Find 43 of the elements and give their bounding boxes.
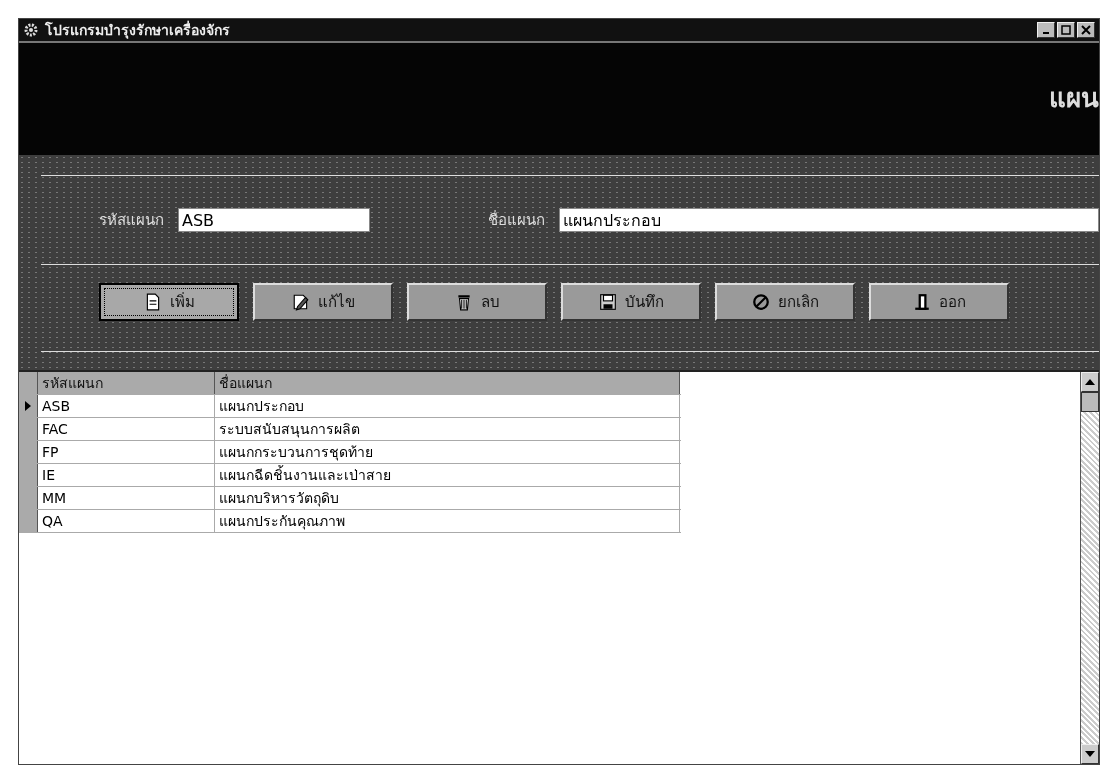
- table-cell: แผนกฉีดชิ้นงานและเป่าสาย: [215, 464, 680, 486]
- close-button[interactable]: [1077, 22, 1095, 38]
- window-title: โปรแกรมบำรุงรักษาเครื่องจักร: [45, 19, 231, 41]
- table-cell: ระบบสนับสนุนการผลิต: [215, 418, 680, 440]
- prohibited-icon: [751, 293, 770, 311]
- toolbar-button[interactable]: บันทึก: [561, 283, 701, 321]
- maximize-button[interactable]: [1057, 22, 1075, 38]
- scroll-thumb[interactable]: [1081, 392, 1099, 412]
- column-header[interactable]: ชื่อแผนก: [215, 372, 680, 394]
- toolbar-button[interactable]: เพิ่ม: [99, 283, 239, 321]
- table-cell: แผนกประกันคุณภาพ: [215, 510, 680, 532]
- gear-icon: [23, 22, 39, 38]
- minimize-icon: [1043, 32, 1049, 34]
- scroll-up-button[interactable]: [1081, 372, 1099, 392]
- up-arrow-icon: [1085, 379, 1095, 385]
- table-cell: แผนกประกอบ: [215, 395, 680, 417]
- table-cell: แผนกกระบวนการชุดท้าย: [215, 441, 680, 463]
- scroll-down-button[interactable]: [1081, 744, 1099, 764]
- table-cell: QA: [38, 510, 215, 532]
- row-pointer-icon: [24, 400, 32, 412]
- header-title: แผน: [1049, 81, 1099, 115]
- table-cell: IE: [38, 464, 215, 486]
- column-header[interactable]: รหัสแผนก: [38, 372, 215, 394]
- table-cell: แผนกบริหารวัตถุดิบ: [215, 487, 680, 509]
- field-label: รหัสแผนก: [99, 210, 164, 231]
- input-field[interactable]: แผนกประกอบ: [559, 208, 1099, 232]
- input-field[interactable]: ASB: [178, 208, 370, 232]
- field-label: ชื่อแผนก: [488, 209, 545, 231]
- table-cell: MM: [38, 487, 215, 509]
- down-arrow-icon: [1085, 751, 1095, 757]
- table-cell: ASB: [38, 395, 215, 417]
- pencil-document-icon: [291, 293, 310, 311]
- toolbar-button[interactable]: แก้ไข: [253, 283, 393, 321]
- toolbar-button[interactable]: ออก: [869, 283, 1009, 321]
- door-icon: [912, 293, 931, 311]
- minimize-button[interactable]: [1037, 22, 1055, 38]
- table-cell: FP: [38, 441, 215, 463]
- toolbar-button[interactable]: ยกเลิก: [715, 283, 855, 321]
- maximize-icon: [1061, 25, 1071, 35]
- close-icon: [1081, 25, 1091, 35]
- scrollbar[interactable]: [1080, 372, 1099, 764]
- toolbar-button[interactable]: ลบ: [407, 283, 547, 321]
- table-cell: FAC: [38, 418, 215, 440]
